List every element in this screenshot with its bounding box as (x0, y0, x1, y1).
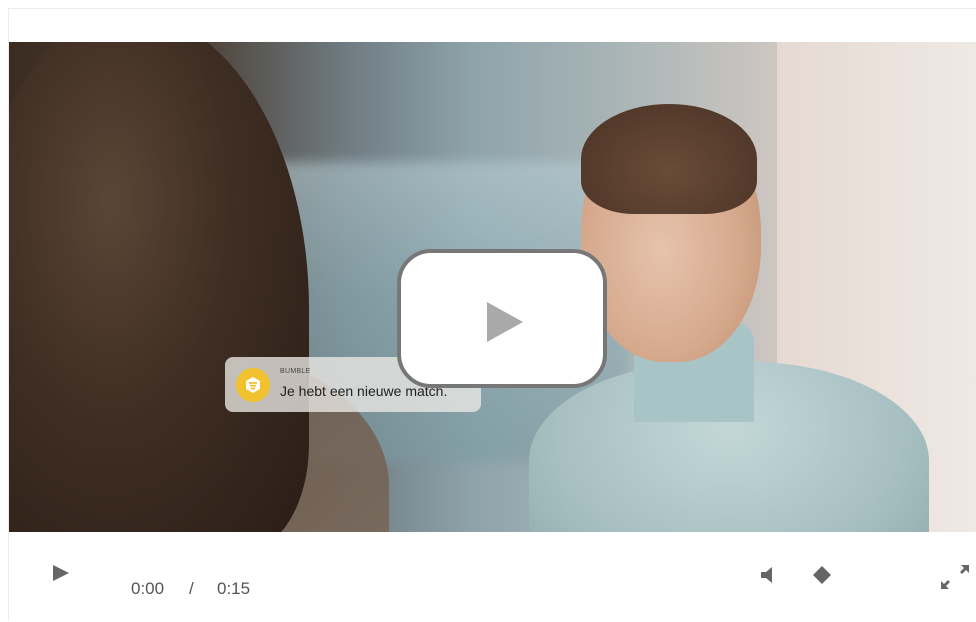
video-frame[interactable]: BUMBLE Je hebt een nieuwe match. (9, 42, 976, 532)
control-bar: 0:00 / 0:15 (9, 532, 976, 622)
big-play-button[interactable] (397, 249, 607, 388)
bumble-logo-icon (236, 368, 270, 402)
diamond-icon[interactable] (812, 565, 832, 585)
video-person-right-hair (581, 104, 757, 214)
video-player: BUMBLE Je hebt een nieuwe match. 0:00 / … (8, 8, 976, 622)
play-icon (487, 302, 523, 342)
duration: 0:15 (217, 579, 251, 598)
video-person-left-hair (9, 42, 309, 532)
time-separator: / (189, 579, 194, 598)
volume-icon[interactable] (759, 565, 777, 585)
play-button[interactable] (53, 565, 69, 581)
current-time: 0:00 (131, 579, 165, 598)
hexagon-icon (246, 377, 260, 393)
fullscreen-icon[interactable] (939, 562, 971, 592)
notification-app-name: BUMBLE (280, 368, 311, 375)
